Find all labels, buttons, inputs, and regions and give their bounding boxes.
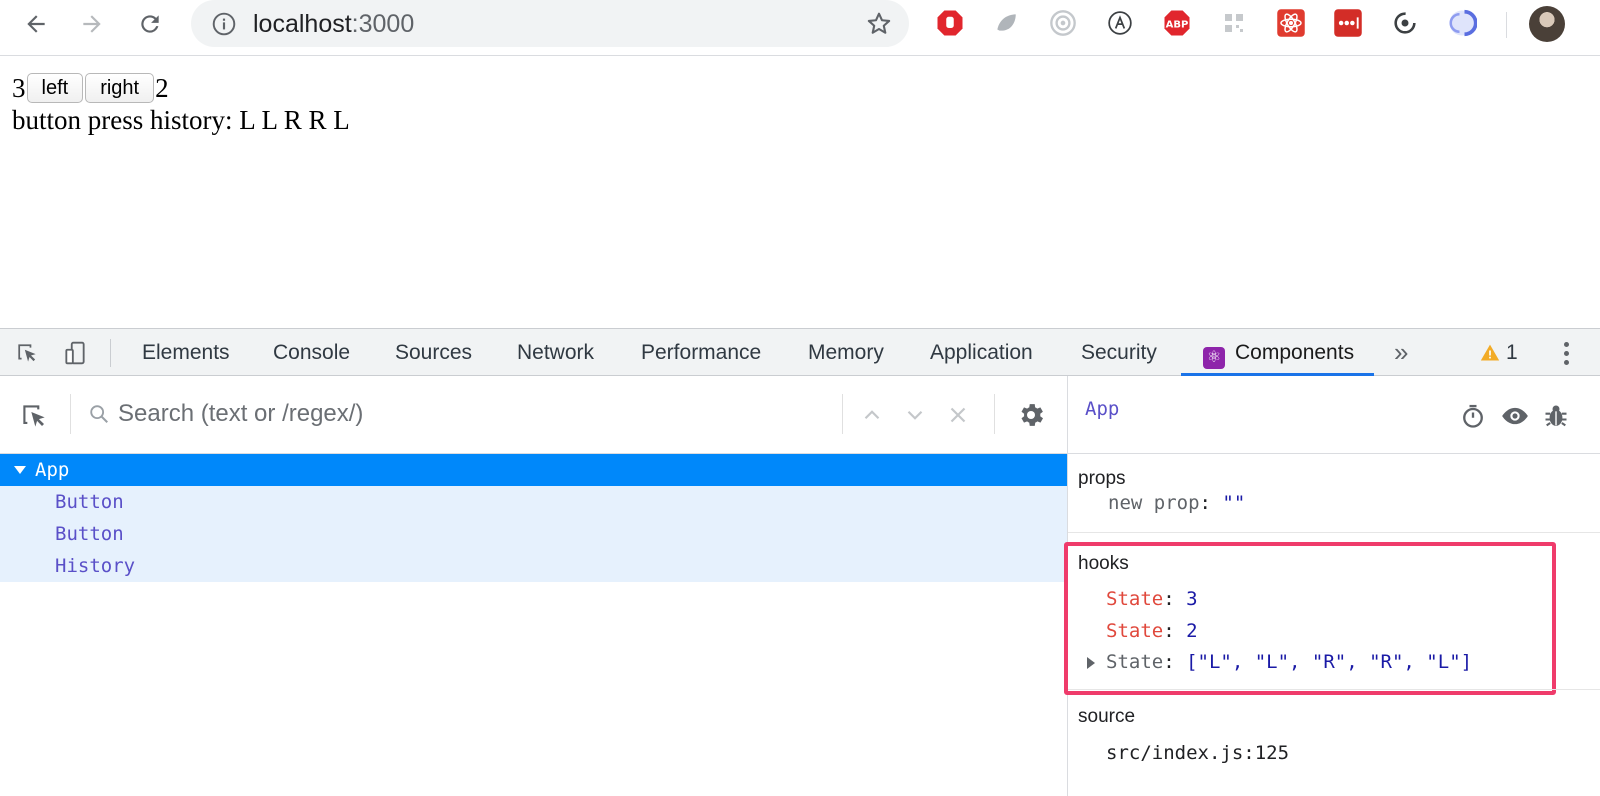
search-divider [70, 394, 71, 434]
eye-icon[interactable] [1501, 402, 1529, 430]
new-prop-row[interactable]: new prop: "" [1108, 492, 1245, 514]
hook-value[interactable]: 3 [1186, 588, 1197, 610]
component-tree: App Button Button History [0, 454, 1067, 582]
selected-component-title: App [1085, 398, 1120, 420]
tab-memory[interactable]: Memory [808, 329, 884, 376]
search-divider [994, 394, 995, 434]
tree-node-button[interactable]: Button [0, 486, 1067, 518]
tab-components-label: Components [1235, 341, 1355, 364]
blue-circle-extension-icon[interactable] [1446, 7, 1478, 39]
info-icon[interactable] [211, 11, 237, 37]
browser-toolbar: localhost:3000 ABP [0, 0, 1600, 56]
forward-arrow-icon[interactable] [72, 4, 112, 44]
tab-bar-divider [110, 339, 111, 367]
reload-icon[interactable] [130, 4, 170, 44]
url-host: localhost [253, 10, 352, 38]
component-search-bar [0, 376, 1067, 454]
search-icon [90, 405, 108, 423]
select-component-icon[interactable] [18, 400, 50, 432]
url-text[interactable]: localhost:3000 [253, 9, 414, 39]
toolbar-divider [1506, 12, 1507, 38]
collapse-caret-icon[interactable] [14, 466, 26, 474]
warnings-indicator[interactable]: 1 [1480, 341, 1518, 365]
warning-count: 1 [1506, 341, 1518, 364]
new-prop-key[interactable]: new prop [1108, 492, 1200, 514]
source-section-label: source [1078, 706, 1136, 727]
tree-node-button[interactable]: Button [0, 518, 1067, 550]
page-viewport: 3 left right 2 button press history: L L… [0, 56, 1600, 328]
source-location[interactable]: src/index.js:125 [1106, 742, 1289, 764]
tab-console[interactable]: Console [273, 329, 350, 376]
right-button[interactable]: right [85, 73, 155, 103]
component-inspector-panel: App props new prop: "" hooks State: 3 St… [1064, 376, 1600, 796]
tree-node-history[interactable]: History [0, 550, 1067, 582]
hook-key: State [1106, 620, 1164, 642]
react-red-extension-icon[interactable] [1275, 7, 1307, 39]
hook-key: State [1106, 651, 1164, 673]
section-divider [1068, 532, 1600, 533]
previous-result-icon[interactable] [859, 402, 885, 428]
tab-sources[interactable]: Sources [395, 329, 472, 376]
devtools-menu-icon[interactable] [1554, 337, 1578, 369]
abp-label: ABP [1166, 19, 1189, 30]
hook-state-row[interactable]: State: 3 [1106, 588, 1198, 610]
warning-icon [1480, 344, 1500, 361]
address-bar[interactable]: localhost:3000 [191, 0, 909, 47]
tab-components[interactable]: ⚛ Components [1181, 329, 1375, 376]
stop-hand-extension-icon[interactable] [934, 7, 966, 39]
tree-node-label: App [35, 459, 70, 481]
stopwatch-icon[interactable] [1459, 402, 1487, 430]
search-divider [842, 394, 843, 434]
lastpass-extension-icon[interactable] [1332, 7, 1364, 39]
search-input[interactable] [118, 394, 838, 434]
new-prop-value[interactable]: "" [1222, 492, 1245, 514]
accessibility-a-extension-icon[interactable] [1104, 7, 1136, 39]
tab-elements[interactable]: Elements [142, 329, 230, 376]
grey-leaf-extension-icon[interactable] [990, 7, 1022, 39]
next-result-icon[interactable] [902, 402, 928, 428]
hook-key: State [1106, 588, 1164, 610]
hook-state-row[interactable]: State: ["L", "L", "R", "R", "L"] [1106, 651, 1472, 673]
abp-extension-icon[interactable]: ABP [1161, 7, 1193, 39]
tab-network[interactable]: Network [517, 329, 594, 376]
device-toolbar-icon[interactable] [60, 338, 90, 368]
left-count: 3 [12, 72, 26, 103]
section-divider [1068, 689, 1600, 690]
hooks-section-label: hooks [1078, 553, 1129, 574]
back-arrow-icon[interactable] [16, 4, 56, 44]
target-extension-icon[interactable] [1047, 7, 1079, 39]
inspect-element-icon[interactable] [12, 338, 42, 368]
clear-search-icon[interactable] [945, 402, 971, 428]
bookmark-star-icon[interactable] [865, 10, 893, 38]
tree-node-app[interactable]: App [0, 454, 1067, 486]
tab-performance[interactable]: Performance [641, 329, 761, 376]
tab-security[interactable]: Security [1081, 329, 1157, 376]
history-text: button press history: L L R R L [12, 105, 350, 135]
hook-value[interactable]: 2 [1186, 620, 1197, 642]
sync-extension-icon[interactable] [1389, 7, 1421, 39]
tab-application[interactable]: Application [930, 329, 1033, 376]
component-tree-panel: App Button Button History [0, 376, 1067, 796]
props-section-label: props [1078, 468, 1126, 489]
more-tabs-chevron-icon[interactable]: » [1394, 337, 1408, 368]
right-count: 2 [155, 72, 169, 103]
left-button[interactable]: left [26, 73, 84, 103]
hook-value[interactable]: ["L", "L", "R", "R", "L"] [1186, 651, 1472, 673]
devtools-tab-bar: Elements Console Sources Network Perform… [0, 328, 1600, 376]
inspector-header: App [1068, 376, 1600, 454]
bug-icon[interactable] [1542, 402, 1570, 430]
url-port: :3000 [351, 10, 415, 38]
gear-icon[interactable] [1016, 400, 1046, 430]
react-components-icon: ⚛ [1203, 347, 1225, 369]
expand-caret-icon[interactable] [1087, 657, 1095, 669]
profile-avatar[interactable] [1529, 6, 1565, 42]
hook-state-row[interactable]: State: 2 [1106, 620, 1198, 642]
counter-line: 3 left right 2 [12, 72, 169, 104]
qr-extension-icon[interactable] [1218, 7, 1250, 39]
